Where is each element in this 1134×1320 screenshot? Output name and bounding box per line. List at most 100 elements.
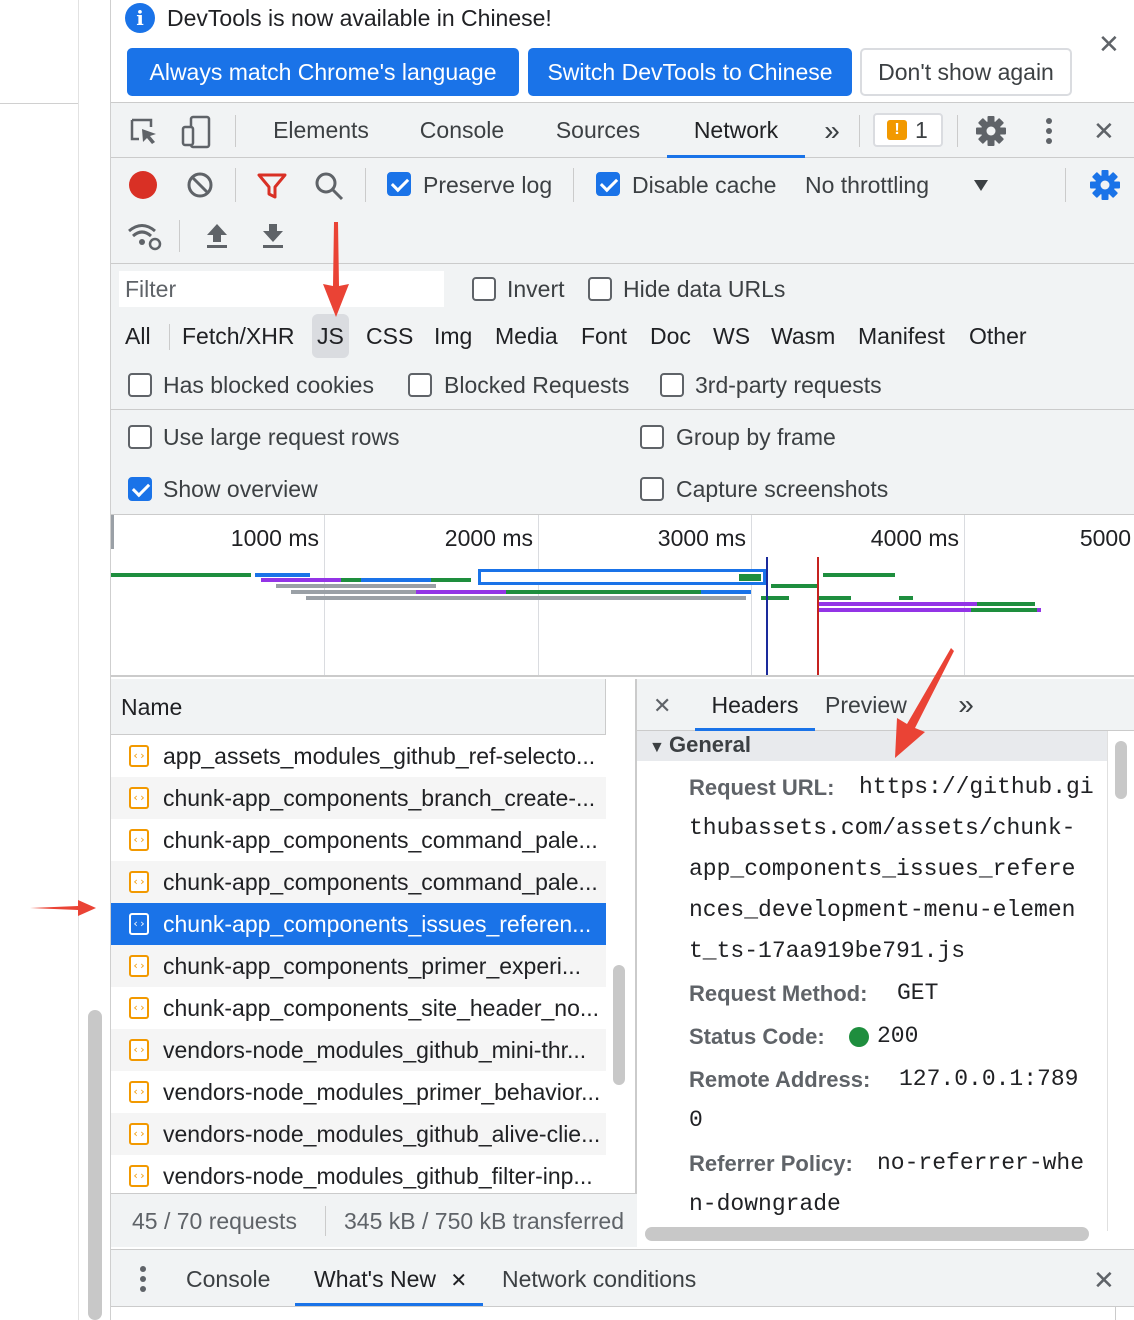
capture-screenshots-checkbox[interactable] (640, 477, 664, 501)
request-row[interactable]: ‹› chunk-app_components_command_pale... (111, 861, 606, 903)
throttling-select[interactable]: No throttling (805, 170, 929, 200)
timeline-bar (261, 578, 341, 582)
record-icon[interactable] (129, 171, 157, 199)
dom-content-loaded-marker (766, 557, 768, 675)
type-filter-font[interactable]: Font (576, 314, 632, 358)
more-tabs-icon[interactable]: » (815, 103, 849, 158)
filter-input[interactable] (119, 271, 444, 307)
settings-gear-icon[interactable] (975, 115, 1007, 147)
close-tab-icon[interactable]: ✕ (450, 1270, 467, 1292)
infobar-close-icon[interactable]: ✕ (1098, 31, 1120, 57)
match-language-button[interactable]: Always match Chrome's language (127, 48, 519, 96)
import-har-upload-icon[interactable] (205, 222, 229, 250)
request-row-selected[interactable]: ‹› chunk-app_components_issues_referen... (111, 903, 606, 945)
large-rows-checkbox[interactable] (128, 425, 152, 449)
type-filter-img[interactable]: Img (429, 314, 477, 358)
js-file-icon: ‹› (129, 745, 149, 767)
request-name: chunk-app_components_command_pale... (163, 869, 598, 895)
js-file-icon: ‹› (129, 1039, 149, 1061)
device-toolbar-icon[interactable] (181, 115, 213, 149)
tab-sources[interactable]: Sources (543, 103, 653, 158)
clear-icon[interactable] (186, 171, 214, 199)
network-overview-timeline[interactable]: 1000 ms 2000 ms 3000 ms 4000 ms 5000 (111, 515, 1134, 677)
type-filter-all[interactable]: All (120, 314, 156, 358)
remote-address-value: 0 (689, 1107, 703, 1133)
preserve-log-checkbox[interactable] (387, 172, 411, 196)
page-content-left (0, 0, 110, 1320)
type-filter-fetch-xhr[interactable]: Fetch/XHR (177, 314, 299, 358)
export-har-download-icon[interactable] (261, 222, 285, 250)
details-scrollbar-thumb[interactable] (1115, 741, 1127, 799)
more-detail-tabs-icon[interactable]: » (951, 679, 981, 731)
request-row[interactable]: ‹› vendors-node_modules_github_mini-thr..… (111, 1029, 606, 1071)
tab-console[interactable]: Console (407, 103, 517, 158)
disable-cache-checkbox[interactable] (596, 172, 620, 196)
chevron-down-icon[interactable] (973, 178, 989, 192)
js-file-icon: ‹› (129, 829, 149, 851)
network-conditions-wifi-icon[interactable] (127, 222, 163, 252)
type-filter-js[interactable]: JS (312, 314, 349, 358)
close-details-icon[interactable]: ✕ (653, 693, 671, 719)
request-row[interactable]: ‹› app_assets_modules_github_ref-selecto.… (111, 735, 606, 777)
third-party-requests-checkbox[interactable] (660, 373, 684, 397)
request-list-header[interactable]: Name (111, 679, 606, 735)
timeline-bar (771, 584, 819, 588)
issues-badge[interactable]: ! 1 (873, 113, 943, 147)
drawer-menu-icon[interactable] (137, 1264, 149, 1294)
request-list-scrollbar[interactable] (613, 965, 625, 1085)
type-filter-media[interactable]: Media (490, 314, 563, 358)
blocked-requests-checkbox[interactable] (408, 373, 432, 397)
drawer-tab-whats-new[interactable]: What's New ✕ (295, 1250, 483, 1306)
request-row[interactable]: ‹› vendors-node_modules_primer_behavior..… (111, 1071, 606, 1113)
filter-funnel-icon[interactable] (257, 172, 287, 200)
hide-data-urls-label: Hide data URLs (623, 276, 786, 302)
details-horizontal-scrollbar[interactable] (645, 1227, 1089, 1241)
devtools-panel: i DevTools is now available in Chinese! … (110, 0, 1134, 1320)
request-row[interactable]: ‹› chunk-app_components_branch_create-... (111, 777, 606, 819)
request-row[interactable]: ‹› chunk-app_components_site_header_no... (111, 987, 606, 1029)
type-filter-manifest[interactable]: Manifest (853, 314, 950, 358)
close-devtools-icon[interactable]: ✕ (1093, 118, 1115, 144)
has-blocked-cookies-checkbox[interactable] (128, 373, 152, 397)
timeline-tick: 4000 ms (870, 525, 959, 551)
network-settings-gear-icon[interactable] (1089, 169, 1121, 201)
inspect-element-icon[interactable] (129, 117, 159, 147)
show-overview-checkbox[interactable] (128, 477, 152, 501)
tab-elements[interactable]: Elements (261, 103, 381, 158)
timeline-bar (506, 590, 706, 594)
tab-headers[interactable]: Headers (695, 679, 815, 731)
invert-checkbox[interactable] (472, 277, 496, 301)
status-code-key: Status Code: (689, 1024, 825, 1049)
search-icon[interactable] (314, 171, 344, 201)
tab-network[interactable]: Network (667, 103, 805, 158)
switch-to-chinese-button[interactable]: Switch DevTools to Chinese (528, 48, 852, 96)
group-by-frame-checkbox[interactable] (640, 425, 664, 449)
request-row[interactable]: ‹› chunk-app_components_primer_experi... (111, 945, 606, 987)
drawer-tab-console[interactable]: Console (186, 1250, 270, 1306)
js-file-icon: ‹› (129, 787, 149, 809)
page-scrollbar[interactable] (88, 1010, 102, 1320)
request-row[interactable]: ‹› vendors-node_modules_github_filter-inp… (111, 1155, 606, 1193)
kebab-menu-icon[interactable] (1039, 116, 1059, 146)
toolbar-separator (179, 220, 180, 252)
load-event-marker (817, 557, 819, 675)
general-section-header[interactable]: ▼ General (637, 731, 1107, 761)
type-filter-other[interactable]: Other (964, 314, 1032, 358)
request-url-value: thubassets.com/assets/chunk- (689, 815, 1076, 841)
close-drawer-icon[interactable]: ✕ (1093, 1267, 1115, 1293)
network-settings-panel: Use large request rows Group by frame Sh… (111, 410, 1134, 515)
remote-address-value: 127.0.0.1:789 (899, 1066, 1079, 1092)
drawer-divider (1115, 1306, 1116, 1320)
type-filter-doc[interactable]: Doc (645, 314, 696, 358)
toolbar-separator (235, 115, 236, 147)
request-row[interactable]: ‹› vendors-node_modules_github_alive-clie… (111, 1113, 606, 1155)
request-name: vendors-node_modules_primer_behavior... (163, 1079, 601, 1105)
hide-data-urls-checkbox[interactable] (588, 277, 612, 301)
dont-show-again-button[interactable]: Don't show again (860, 48, 1072, 96)
main-toolbar: Elements Console Sources Network » ! 1 ✕ (111, 103, 1134, 158)
drawer-tab-network-conditions[interactable]: Network conditions (502, 1250, 696, 1306)
type-filter-ws[interactable]: WS (708, 314, 755, 358)
type-filter-wasm[interactable]: Wasm (766, 314, 840, 358)
request-row[interactable]: ‹› chunk-app_components_command_pale... (111, 819, 606, 861)
type-filter-css[interactable]: CSS (361, 314, 418, 358)
